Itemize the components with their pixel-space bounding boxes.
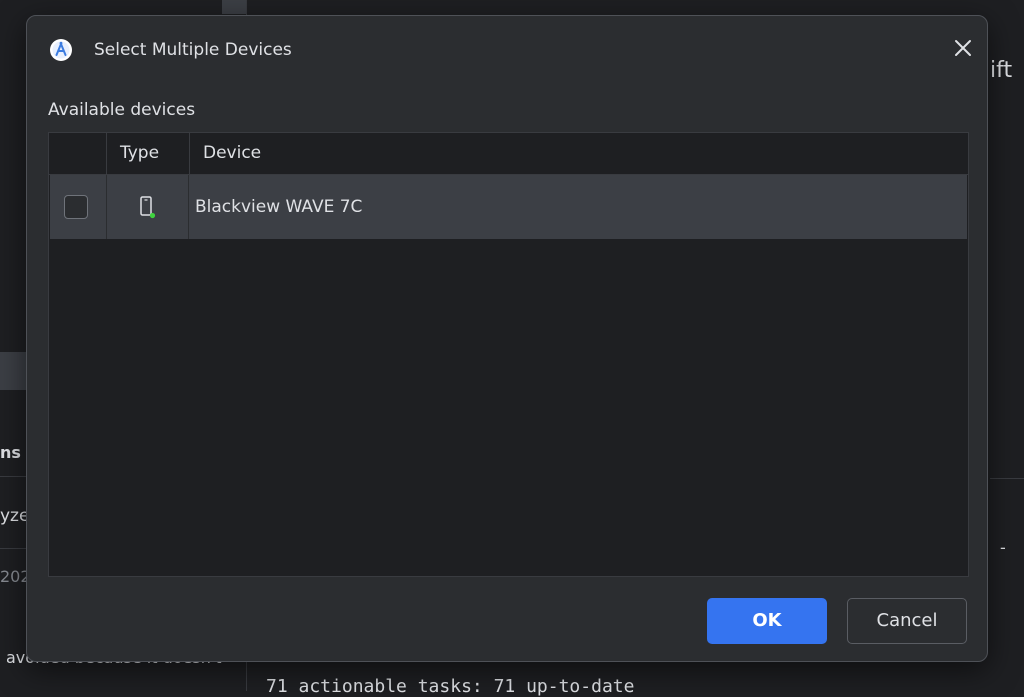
divider — [990, 478, 1024, 479]
column-header-select — [49, 133, 107, 174]
console-output-line: 71 actionable tasks: 71 up-to-date — [266, 676, 635, 697]
android-studio-icon — [50, 39, 72, 61]
cell-separator — [188, 175, 189, 239]
table-header: Type Device — [49, 133, 968, 175]
background-text-fragment: ift — [990, 58, 1013, 83]
dialog-title: Select Multiple Devices — [94, 40, 292, 60]
background-stripe — [222, 0, 246, 14]
device-checkbox[interactable] — [64, 195, 88, 219]
table-row[interactable]: Blackview WAVE 7C — [50, 175, 967, 239]
online-status-dot — [149, 212, 156, 219]
ok-button[interactable]: OK — [707, 598, 827, 644]
select-devices-dialog: Select Multiple Devices Available device… — [26, 15, 988, 662]
column-separator — [189, 133, 190, 174]
devices-table: Type Device Blackview WAVE 7C — [48, 132, 969, 577]
background-text-fragment: - — [1000, 538, 1006, 557]
close-icon[interactable] — [951, 36, 975, 60]
available-devices-label: Available devices — [48, 100, 196, 120]
cell-separator — [106, 175, 107, 239]
background-heading-fragment: ns — [0, 443, 21, 462]
column-separator — [106, 133, 107, 174]
column-header-type[interactable]: Type — [120, 133, 159, 174]
device-name: Blackview WAVE 7C — [195, 197, 363, 217]
cancel-button[interactable]: Cancel — [847, 598, 967, 644]
phone-icon — [140, 196, 156, 219]
column-header-device[interactable]: Device — [203, 133, 261, 174]
